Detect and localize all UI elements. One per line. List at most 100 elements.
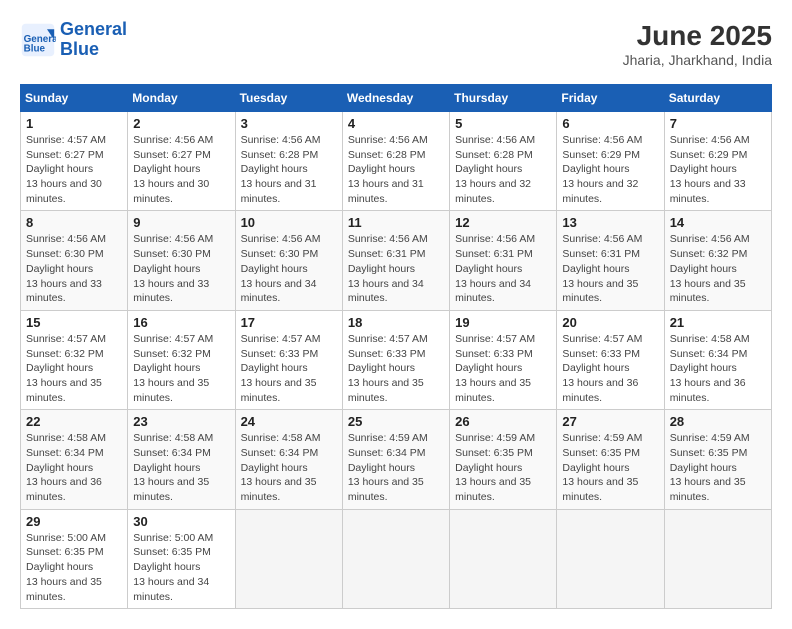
week-row: 22 Sunrise: 4:58 AMSunset: 6:34 PMDayligh…	[21, 410, 772, 509]
day-number: 21	[670, 315, 766, 330]
day-cell: 18Sunrise: 4:57 AMSunset: 6:33 PMDayligh…	[342, 310, 449, 409]
week-row: 15 Sunrise: 4:57 AMSunset: 6:32 PMDayligh…	[21, 310, 772, 409]
day-info: Sunrise: 4:57 AMSunset: 6:33 PMDaylight …	[348, 332, 444, 405]
day-cell: 10 Sunrise: 4:56 AMSunset: 6:30 PMDayligh…	[235, 211, 342, 310]
day-info: Sunrise: 4:56 AMSunset: 6:30 PMDaylight …	[133, 232, 229, 305]
empty-cell	[342, 509, 449, 608]
day-number: 25	[348, 414, 444, 429]
day-info: Sunrise: 4:57 AMSunset: 6:33 PMDaylight …	[455, 332, 551, 405]
day-info: Sunrise: 4:56 AMSunset: 6:31 PMDaylight …	[562, 232, 658, 305]
day-cell: 29 Sunrise: 5:00 AMSunset: 6:35 PMDayligh…	[21, 509, 128, 608]
day-number: 7	[670, 116, 766, 131]
day-cell: 8 Sunrise: 4:56 AMSunset: 6:30 PMDaylight…	[21, 211, 128, 310]
day-info: Sunrise: 4:56 AMSunset: 6:31 PMDaylight …	[455, 232, 551, 305]
day-info: Sunrise: 4:56 AMSunset: 6:29 PMDaylight …	[670, 133, 766, 206]
day-info: Sunrise: 4:56 AMSunset: 6:28 PMDaylight …	[455, 133, 551, 206]
day-info: Sunrise: 4:57 AMSunset: 6:33 PMDaylight …	[562, 332, 658, 405]
col-header-saturday: Saturday	[664, 85, 771, 112]
col-header-sunday: Sunday	[21, 85, 128, 112]
day-number: 23	[133, 414, 229, 429]
week-row: 1 Sunrise: 4:57 AMSunset: 6:27 PMDaylight…	[21, 112, 772, 211]
day-info: Sunrise: 4:58 AMSunset: 6:34 PMDaylight …	[241, 431, 337, 504]
day-number: 29	[26, 514, 122, 529]
day-info: Sunrise: 4:59 AMSunset: 6:35 PMDaylight …	[670, 431, 766, 504]
logo-icon: General Blue	[20, 22, 56, 58]
day-info: Sunrise: 4:57 AMSunset: 6:27 PMDaylight …	[26, 133, 122, 206]
day-number: 24	[241, 414, 337, 429]
day-number: 13	[562, 215, 658, 230]
header: General Blue General Blue June 2025 Jhar…	[20, 20, 772, 68]
day-cell: 9 Sunrise: 4:56 AMSunset: 6:30 PMDaylight…	[128, 211, 235, 310]
day-cell: 23 Sunrise: 4:58 AMSunset: 6:34 PMDayligh…	[128, 410, 235, 509]
day-number: 2	[133, 116, 229, 131]
day-info: Sunrise: 4:59 AMSunset: 6:34 PMDaylight …	[348, 431, 444, 504]
day-number: 26	[455, 414, 551, 429]
day-cell: 22 Sunrise: 4:58 AMSunset: 6:34 PMDayligh…	[21, 410, 128, 509]
day-info: Sunrise: 5:00 AMSunset: 6:35 PMDaylight …	[133, 531, 229, 604]
day-cell: 14 Sunrise: 4:56 AMSunset: 6:32 PMDayligh…	[664, 211, 771, 310]
day-info: Sunrise: 5:00 AMSunset: 6:35 PMDaylight …	[26, 531, 122, 604]
day-cell: 16Sunrise: 4:57 AMSunset: 6:32 PMDayligh…	[128, 310, 235, 409]
calendar-table: SundayMondayTuesdayWednesdayThursdayFrid…	[20, 84, 772, 609]
day-info: Sunrise: 4:57 AMSunset: 6:33 PMDaylight …	[241, 332, 337, 405]
empty-cell	[235, 509, 342, 608]
day-number: 22	[26, 414, 122, 429]
day-cell: 21 Sunrise: 4:58 AMSunset: 6:34 PMDayligh…	[664, 310, 771, 409]
col-header-monday: Monday	[128, 85, 235, 112]
week-row: 8 Sunrise: 4:56 AMSunset: 6:30 PMDaylight…	[21, 211, 772, 310]
day-cell: 12 Sunrise: 4:56 AMSunset: 6:31 PMDayligh…	[450, 211, 557, 310]
col-header-friday: Friday	[557, 85, 664, 112]
day-info: Sunrise: 4:56 AMSunset: 6:29 PMDaylight …	[562, 133, 658, 206]
day-cell: 25 Sunrise: 4:59 AMSunset: 6:34 PMDayligh…	[342, 410, 449, 509]
logo: General Blue General Blue	[20, 20, 127, 60]
col-header-thursday: Thursday	[450, 85, 557, 112]
day-cell: 15 Sunrise: 4:57 AMSunset: 6:32 PMDayligh…	[21, 310, 128, 409]
day-cell: 5Sunrise: 4:56 AMSunset: 6:28 PMDaylight…	[450, 112, 557, 211]
day-cell: 6Sunrise: 4:56 AMSunset: 6:29 PMDaylight…	[557, 112, 664, 211]
day-cell: 1 Sunrise: 4:57 AMSunset: 6:27 PMDaylight…	[21, 112, 128, 211]
day-info: Sunrise: 4:58 AMSunset: 6:34 PMDaylight …	[26, 431, 122, 504]
day-info: Sunrise: 4:56 AMSunset: 6:28 PMDaylight …	[348, 133, 444, 206]
month-title: June 2025	[623, 20, 772, 52]
day-number: 12	[455, 215, 551, 230]
day-number: 15	[26, 315, 122, 330]
day-number: 20	[562, 315, 658, 330]
day-number: 4	[348, 116, 444, 131]
day-info: Sunrise: 4:58 AMSunset: 6:34 PMDaylight …	[133, 431, 229, 504]
day-cell: 30 Sunrise: 5:00 AMSunset: 6:35 PMDayligh…	[128, 509, 235, 608]
day-number: 11	[348, 215, 444, 230]
day-cell: 13 Sunrise: 4:56 AMSunset: 6:31 PMDayligh…	[557, 211, 664, 310]
day-number: 8	[26, 215, 122, 230]
empty-cell	[664, 509, 771, 608]
header-row: SundayMondayTuesdayWednesdayThursdayFrid…	[21, 85, 772, 112]
week-row: 29 Sunrise: 5:00 AMSunset: 6:35 PMDayligh…	[21, 509, 772, 608]
day-cell: 3Sunrise: 4:56 AMSunset: 6:28 PMDaylight…	[235, 112, 342, 211]
day-cell: 28 Sunrise: 4:59 AMSunset: 6:35 PMDayligh…	[664, 410, 771, 509]
logo-line1: General	[60, 19, 127, 39]
day-info: Sunrise: 4:56 AMSunset: 6:27 PMDaylight …	[133, 133, 229, 206]
day-cell: 17Sunrise: 4:57 AMSunset: 6:33 PMDayligh…	[235, 310, 342, 409]
col-header-wednesday: Wednesday	[342, 85, 449, 112]
day-cell: 26Sunrise: 4:59 AMSunset: 6:35 PMDayligh…	[450, 410, 557, 509]
day-cell: 11Sunrise: 4:56 AMSunset: 6:31 PMDayligh…	[342, 211, 449, 310]
col-header-tuesday: Tuesday	[235, 85, 342, 112]
day-number: 10	[241, 215, 337, 230]
day-info: Sunrise: 4:56 AMSunset: 6:30 PMDaylight …	[26, 232, 122, 305]
day-number: 30	[133, 514, 229, 529]
day-info: Sunrise: 4:57 AMSunset: 6:32 PMDaylight …	[26, 332, 122, 405]
day-info: Sunrise: 4:56 AMSunset: 6:32 PMDaylight …	[670, 232, 766, 305]
day-info: Sunrise: 4:56 AMSunset: 6:30 PMDaylight …	[241, 232, 337, 305]
svg-text:Blue: Blue	[24, 43, 46, 54]
day-number: 14	[670, 215, 766, 230]
logo-line2: Blue	[60, 39, 99, 59]
location: Jharia, Jharkhand, India	[623, 52, 772, 68]
title-block: June 2025 Jharia, Jharkhand, India	[623, 20, 772, 68]
day-number: 1	[26, 116, 122, 131]
day-info: Sunrise: 4:56 AMSunset: 6:28 PMDaylight …	[241, 133, 337, 206]
day-info: Sunrise: 4:58 AMSunset: 6:34 PMDaylight …	[670, 332, 766, 405]
day-cell: 24 Sunrise: 4:58 AMSunset: 6:34 PMDayligh…	[235, 410, 342, 509]
empty-cell	[557, 509, 664, 608]
day-number: 9	[133, 215, 229, 230]
day-number: 28	[670, 414, 766, 429]
day-cell: 27Sunrise: 4:59 AMSunset: 6:35 PMDayligh…	[557, 410, 664, 509]
